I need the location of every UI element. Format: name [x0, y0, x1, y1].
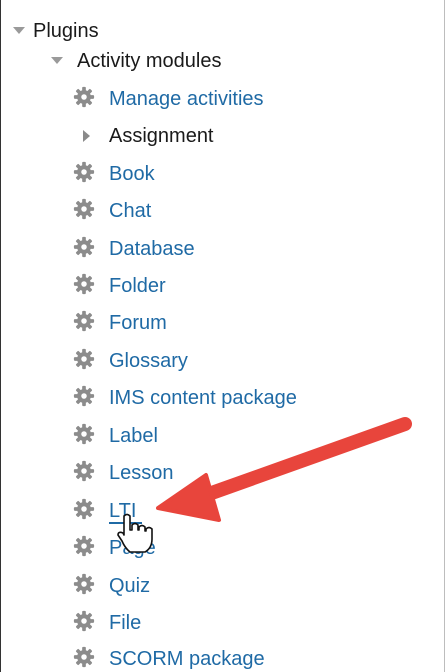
tree-item-manage-activities[interactable]: Manage activities: [73, 86, 393, 112]
tree-item-label[interactable]: SCORM package: [109, 646, 265, 672]
tree-item-label: Assignment: [109, 125, 214, 147]
tree-item-page[interactable]: Page: [73, 535, 393, 561]
tree-item-glossary[interactable]: Glossary: [73, 348, 393, 374]
site-admin-tree-panel: Plugins Activity modules Manage activiti…: [0, 0, 445, 672]
gear-icon: [73, 198, 95, 220]
gear-icon: [73, 385, 95, 407]
tree-node-label: Activity modules: [77, 50, 222, 72]
collapse-triangle-icon[interactable]: [13, 27, 25, 34]
tree-item-label[interactable]: Page: [109, 535, 156, 561]
tree-item-assignment[interactable]: Assignment: [73, 123, 393, 149]
gear-icon: [73, 646, 95, 668]
collapse-triangle-icon[interactable]: [51, 57, 63, 64]
gear-icon: [73, 460, 95, 482]
tree-item-label[interactable]: Database: [109, 236, 195, 262]
tree-item-book[interactable]: Book: [73, 161, 393, 187]
tree-item-label[interactable]: Glossary: [109, 348, 188, 374]
gear-icon: [73, 573, 95, 595]
gear-icon: [73, 310, 95, 332]
tree-item-forum[interactable]: Forum: [73, 310, 393, 336]
tree-item-label[interactable]: IMS content package: [109, 385, 297, 411]
tree-item-label[interactable]: Book: [109, 161, 155, 187]
hover-underline: [109, 522, 142, 524]
tree-item-chat[interactable]: Chat: [73, 198, 393, 224]
expand-triangle-icon[interactable]: [83, 130, 90, 142]
tree-item-label[interactable]: Label: [109, 423, 158, 449]
gear-icon: [73, 86, 95, 108]
tree-item-lesson[interactable]: Lesson: [73, 460, 393, 486]
tree-item-file[interactable]: File: [73, 610, 393, 636]
tree-item-label[interactable]: Manage activities: [109, 86, 264, 112]
gear-icon: [73, 236, 95, 258]
tree-item-quiz[interactable]: Quiz: [73, 573, 393, 599]
gear-icon: [73, 273, 95, 295]
tree-item-scorm-package[interactable]: SCORM package: [73, 646, 393, 672]
gear-icon: [73, 423, 95, 445]
gear-icon: [73, 498, 95, 520]
tree-item-label-module[interactable]: Label: [73, 423, 393, 449]
tree-item-label[interactable]: Lesson: [109, 460, 174, 486]
tree-node-label: Plugins: [33, 20, 99, 42]
gear-icon: [73, 348, 95, 370]
gear-icon: [73, 535, 95, 557]
tree-item-label[interactable]: Folder: [109, 273, 166, 299]
tree-item-label[interactable]: Forum: [109, 310, 167, 336]
tree-item-lti[interactable]: LTI: [73, 498, 393, 524]
tree-item-label[interactable]: Quiz: [109, 573, 150, 599]
tree-item-folder[interactable]: Folder: [73, 273, 393, 299]
gear-icon: [73, 161, 95, 183]
tree-item-label[interactable]: LTI: [109, 498, 136, 524]
tree-item-database[interactable]: Database: [73, 236, 393, 262]
tree-item-ims-content-package[interactable]: IMS content package: [73, 385, 393, 411]
tree-item-label[interactable]: File: [109, 610, 141, 636]
tree-item-label[interactable]: Chat: [109, 198, 151, 224]
gear-icon: [73, 610, 95, 632]
